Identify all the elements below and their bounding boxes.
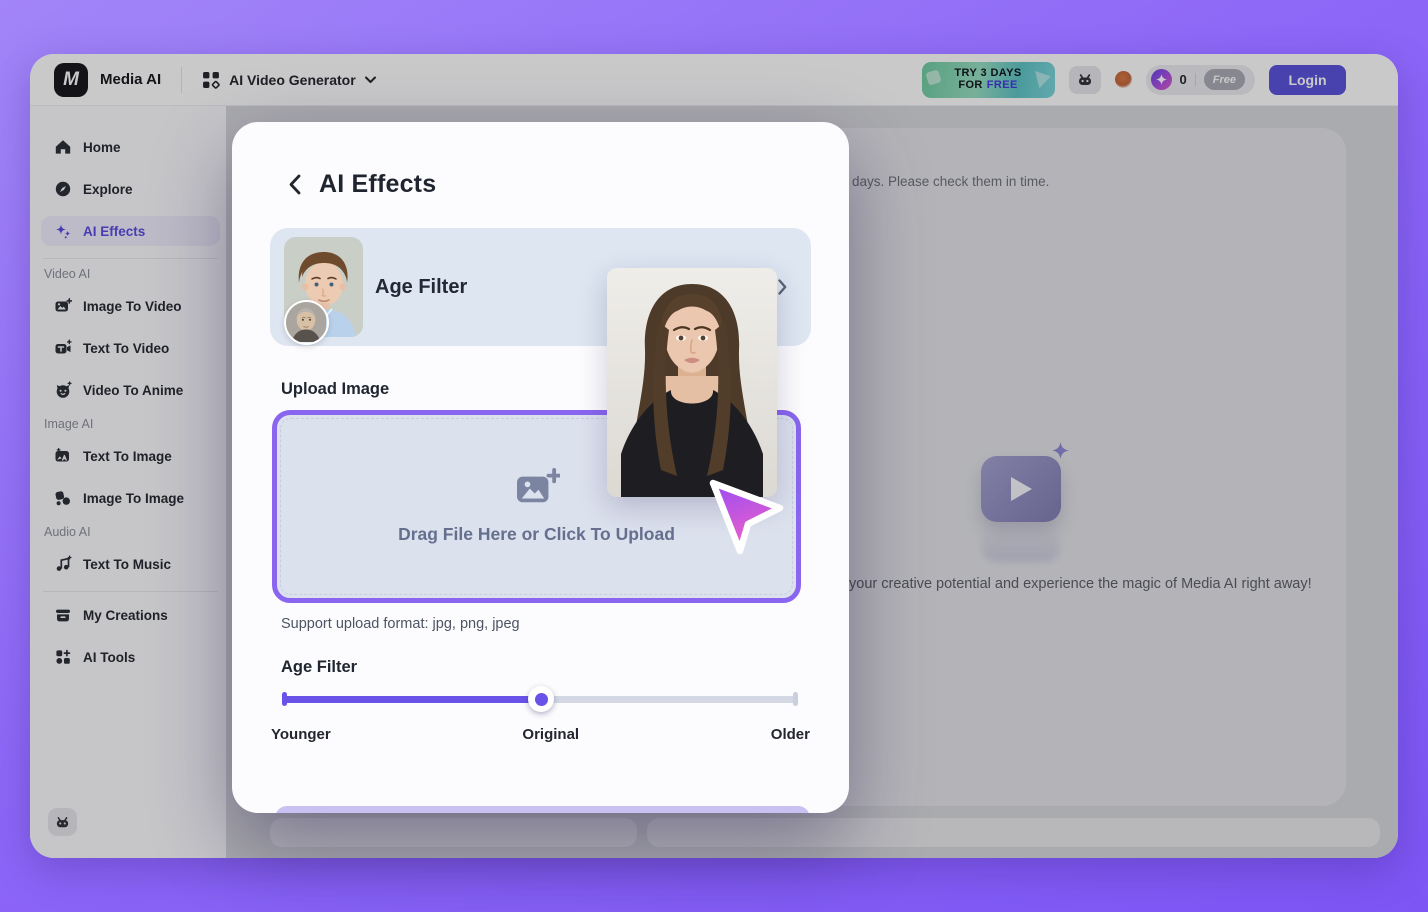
slider-right-cap bbox=[793, 692, 798, 706]
page: M Media AI AI Video Generator bbox=[0, 0, 1428, 912]
slider-label-younger: Younger bbox=[271, 726, 331, 743]
aged-result-thumbnail bbox=[284, 300, 329, 345]
slider-label-older: Older bbox=[771, 726, 810, 743]
effect-card-title: Age Filter bbox=[375, 228, 467, 346]
slider-thumb-dot bbox=[535, 693, 548, 706]
slider-label-original: Original bbox=[522, 726, 579, 743]
back-button[interactable] bbox=[288, 174, 301, 195]
upload-image-label: Upload Image bbox=[281, 380, 389, 399]
chevron-left-icon bbox=[288, 174, 301, 195]
dropzone-text: Drag File Here or Click To Upload bbox=[398, 524, 675, 545]
slider-left-cap bbox=[282, 692, 287, 706]
generate-button-partial[interactable] bbox=[275, 806, 810, 813]
slider-thumb[interactable] bbox=[528, 686, 554, 712]
upload-preview-image bbox=[607, 268, 777, 497]
upload-support-text: Support upload format: jpg, png, jpeg bbox=[281, 616, 520, 632]
modal-title-row: AI Effects bbox=[288, 170, 436, 199]
cursor-icon bbox=[700, 472, 792, 564]
chevron-right-icon[interactable] bbox=[778, 279, 787, 300]
add-image-icon bbox=[514, 468, 560, 508]
slider-fill bbox=[283, 696, 541, 703]
age-filter-slider[interactable] bbox=[283, 692, 797, 706]
age-filter-slider-label: Age Filter bbox=[281, 658, 357, 677]
modal-title: AI Effects bbox=[319, 170, 436, 199]
slider-tick-labels: Younger Original Older bbox=[271, 726, 810, 743]
